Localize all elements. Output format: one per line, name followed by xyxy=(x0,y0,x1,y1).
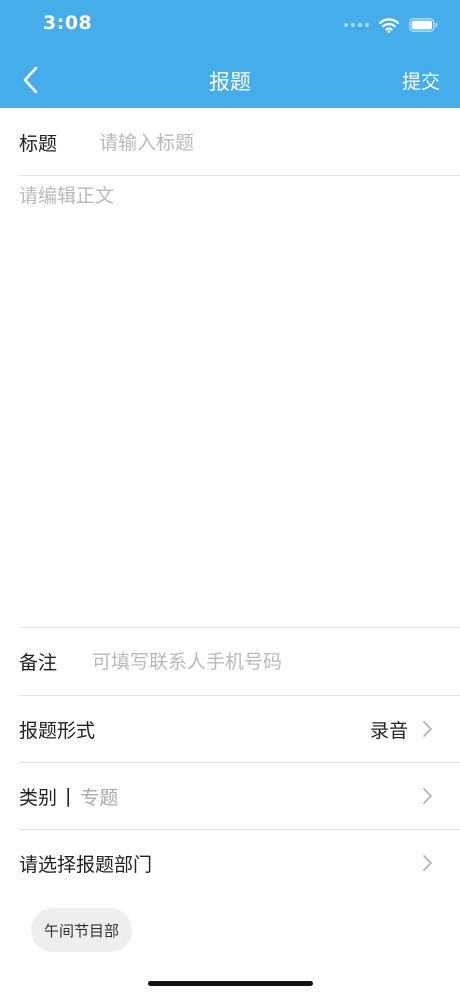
divider xyxy=(19,175,460,176)
chevron-right-icon xyxy=(422,720,438,738)
department-tag[interactable]: 午间节目部 xyxy=(31,908,133,952)
status-time: 3:08 xyxy=(43,12,93,34)
report-screen: 3:08 报题 提交 标题 请输入标题 请编辑正文 备注 可填写联系人手机号码 … xyxy=(0,0,460,996)
chevron-right-icon xyxy=(422,787,438,805)
category-value: 专题 xyxy=(80,786,119,809)
status-icons xyxy=(344,15,438,35)
back-button[interactable] xyxy=(12,62,48,98)
report-form-selector[interactable]: 报题形式 录音 xyxy=(0,696,460,762)
home-indicator xyxy=(148,981,313,986)
remark-row: 备注 xyxy=(0,628,460,695)
remark-input[interactable] xyxy=(92,650,442,673)
department-selector[interactable]: 请选择报题部门 xyxy=(0,830,460,896)
category-separator: | xyxy=(65,785,72,807)
category-selector[interactable]: 类别 | 专题 xyxy=(0,763,460,829)
body-textarea[interactable] xyxy=(19,182,439,618)
department-label: 请选择报题部门 xyxy=(19,853,153,876)
page-title: 报题 xyxy=(209,70,251,94)
title-input[interactable] xyxy=(99,131,439,154)
title-label: 标题 xyxy=(19,133,58,155)
battery-icon xyxy=(409,18,438,32)
signal-icon xyxy=(344,23,369,27)
category-label: 类别 xyxy=(19,786,58,809)
report-form-label: 报题形式 xyxy=(19,719,96,742)
chevron-right-icon xyxy=(422,854,438,872)
report-form-value: 录音 xyxy=(369,719,408,742)
title-row: 标题 xyxy=(0,110,460,175)
wifi-icon xyxy=(379,17,399,33)
header: 3:08 报题 提交 xyxy=(0,0,460,108)
remark-label: 备注 xyxy=(19,652,58,674)
submit-button[interactable]: 提交 xyxy=(402,67,440,94)
back-chevron-icon xyxy=(23,66,38,94)
